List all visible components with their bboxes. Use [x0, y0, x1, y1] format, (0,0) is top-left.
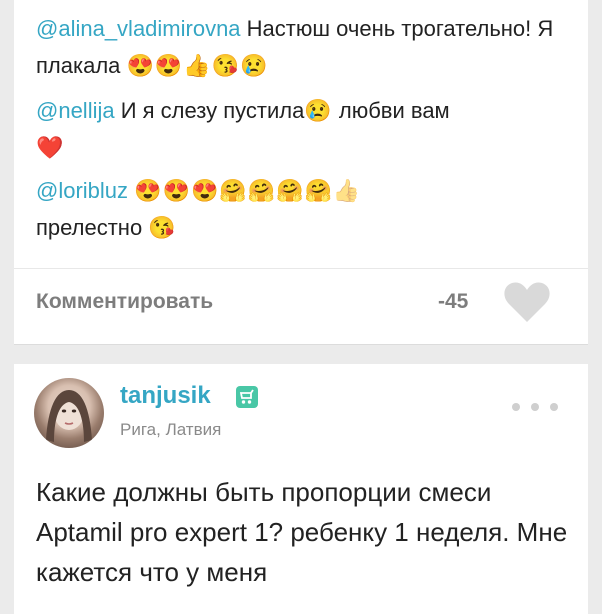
- post-card: tanjusik Рига, Латвия Какие должны быть …: [14, 364, 588, 614]
- comment-3-text: прелестно: [36, 215, 143, 240]
- post-location: Рига, Латвия: [120, 420, 222, 439]
- post-username[interactable]: tanjusik: [120, 382, 211, 410]
- comment-1-username[interactable]: @alina_vladimirovna: [36, 16, 241, 41]
- comment-2-text: И я слезу пустила: [120, 98, 305, 123]
- comment-2-text-after: любви вам: [338, 98, 450, 123]
- avatar[interactable]: [34, 378, 104, 448]
- post-text: Какие должны быть пропорции смеси Aptami…: [36, 477, 568, 587]
- comment-1: @alina_vladimirovna Настюш очень трогате…: [36, 10, 571, 84]
- heart-icon[interactable]: [502, 280, 552, 324]
- avatar-portrait: [46, 390, 92, 442]
- baby-stroller-icon: [236, 386, 258, 408]
- comment-3-emoji-tail: 😘: [148, 215, 177, 240]
- comment-1-emojis: 😍😍👍😘😢: [126, 53, 269, 78]
- comment-3-username[interactable]: @loribluz: [36, 178, 128, 203]
- comment-3-emoji-end: 👍: [332, 178, 362, 203]
- comments-card: @alina_vladimirovna Настюш очень трогате…: [14, 0, 588, 345]
- comment-button[interactable]: Комментировать: [36, 282, 213, 322]
- comment-2-emojis: ❤️: [36, 135, 65, 160]
- comment-2-username[interactable]: @nellija: [36, 98, 115, 123]
- more-dots-icon[interactable]: [510, 400, 560, 414]
- actions-divider: [14, 268, 588, 269]
- likes-count: -45: [438, 290, 469, 313]
- comment-3-emojis: 😍😍😍🤗🤗🤗🤗: [134, 178, 333, 203]
- comment-2: @nellija И я слезу пустила😢 любви вам ❤️: [36, 92, 571, 166]
- comment-3: @loribluz 😍😍😍🤗🤗🤗🤗👍 прелестно 😘: [36, 172, 571, 246]
- comment-2-inline-emoji: 😢: [304, 98, 333, 123]
